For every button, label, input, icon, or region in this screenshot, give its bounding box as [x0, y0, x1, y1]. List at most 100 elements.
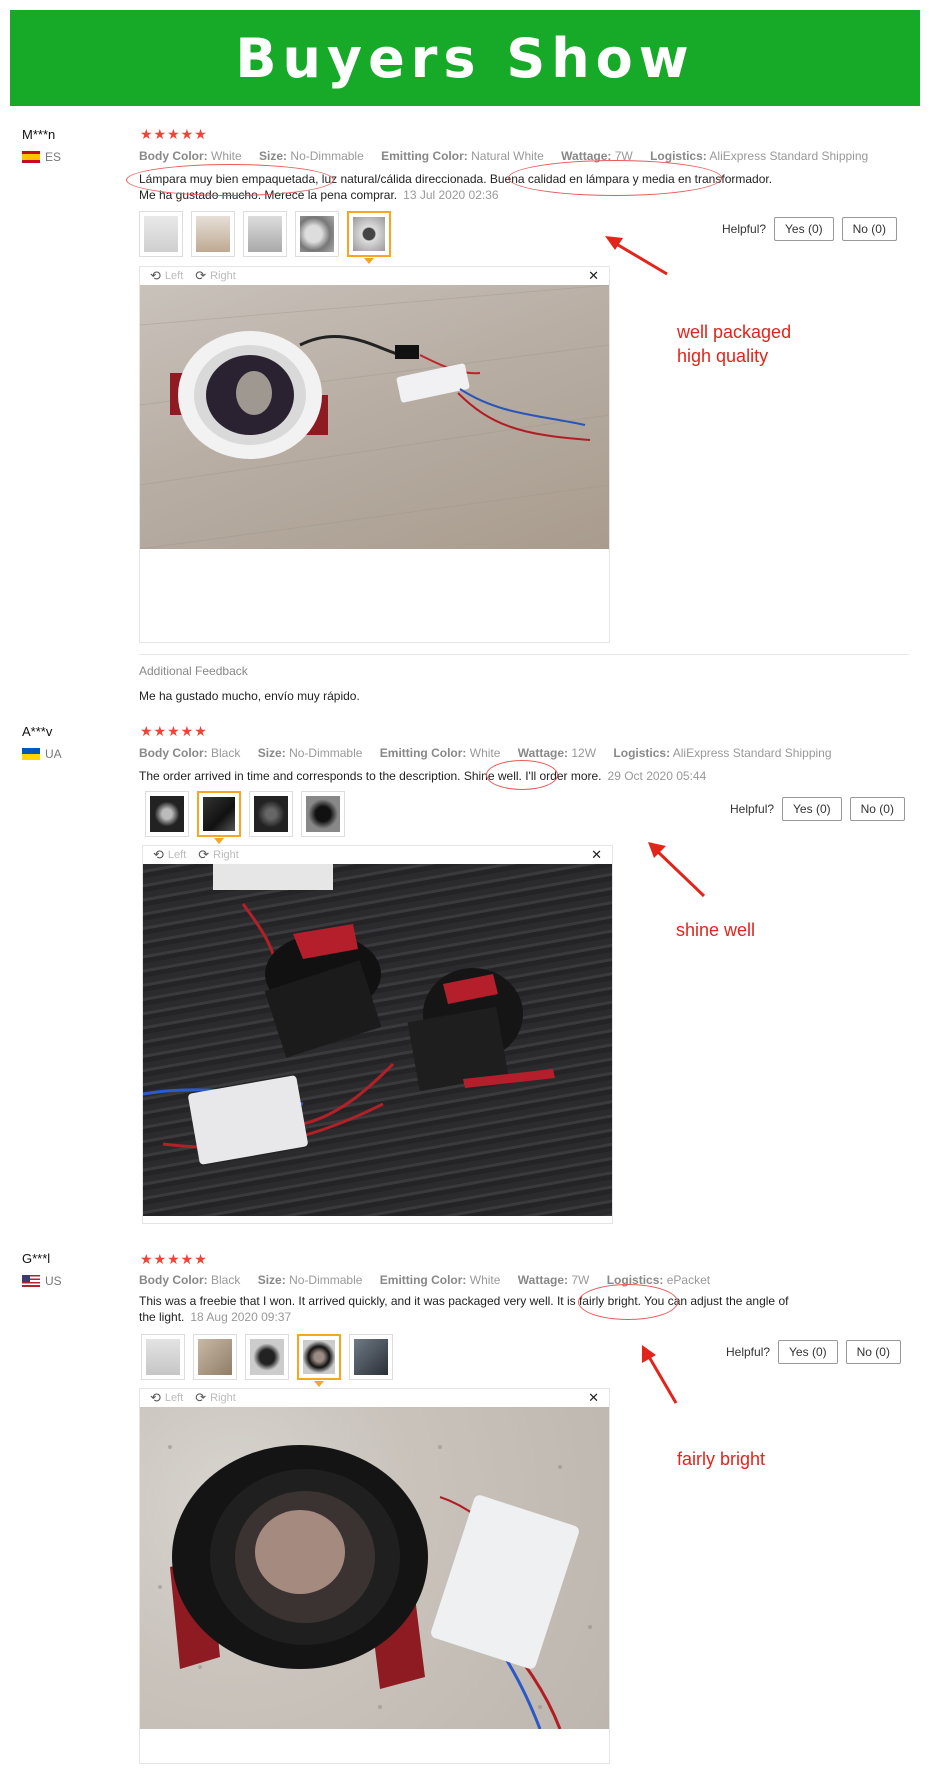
helpful-label: Helpful? [726, 1345, 771, 1359]
photo-thumbnails [139, 211, 391, 264]
photo-thumbnails [141, 1334, 393, 1387]
photo-thumbnail[interactable] [243, 211, 287, 257]
close-icon[interactable]: ✕ [591, 847, 602, 863]
helpful-yes-button[interactable]: Yes (0) [782, 797, 842, 821]
photo-thumbnail[interactable] [301, 791, 345, 837]
helpful-votes: Helpful? Yes (0) No (0) [730, 797, 905, 821]
attr-value: White [469, 1273, 501, 1287]
attr-value: No-Dimmable [289, 746, 363, 760]
photo-viewer: ⟲ Left ⟳ Right ✕ [139, 266, 610, 643]
annotation-note: fairly bright [677, 1449, 766, 1469]
helpful-yes-button[interactable]: Yes (0) [774, 217, 834, 241]
rotate-left-label[interactable]: Left [168, 849, 186, 861]
review-date: 18 Aug 2020 09:37 [190, 1310, 292, 1324]
flag-es-icon [22, 151, 40, 163]
product-photo [140, 285, 609, 549]
photo-thumbnail-active[interactable] [197, 791, 241, 844]
attr-label: Emitting Color: [379, 1273, 467, 1287]
attr-label: Emitting Color: [381, 149, 468, 163]
photo-viewer-toolbar: ⟲ Left ⟳ Right ✕ [143, 846, 612, 864]
highlight-ellipse [578, 1284, 678, 1320]
photo-thumbnail[interactable] [139, 211, 183, 257]
photo-viewer: ⟲ Left ⟳ Right ✕ [139, 1388, 610, 1764]
photo-viewer-toolbar: ⟲ Left ⟳ Right ✕ [140, 1389, 609, 1407]
photo-illustration [140, 285, 609, 549]
attr-value: 7W [571, 1273, 590, 1287]
highlight-ellipse [126, 164, 334, 196]
attr-value: No-Dimmable [289, 1273, 363, 1287]
close-icon[interactable]: ✕ [588, 268, 599, 284]
attr-label: Size: [259, 149, 288, 163]
helpful-yes-button[interactable]: Yes (0) [778, 1340, 838, 1364]
helpful-votes: Helpful? Yes (0) No (0) [726, 1340, 901, 1364]
rotate-left-label[interactable]: Left [165, 270, 183, 282]
additional-feedback-text: Me ha gustado mucho, envío muy rápido. [139, 689, 360, 703]
review-date: 13 Jul 2020 02:36 [403, 188, 499, 202]
photo-thumbnail[interactable] [349, 1334, 393, 1380]
photo-illustration [158, 1445, 592, 1729]
helpful-no-button[interactable]: No (0) [845, 1340, 901, 1364]
reviewer-country: US [22, 1274, 62, 1288]
rotate-right-label[interactable]: Right [213, 849, 239, 861]
photo-viewer: ⟲ Left ⟳ Right ✕ [142, 845, 613, 1224]
product-photo [140, 1407, 609, 1729]
attr-value: ePacket [666, 1273, 711, 1287]
photo-thumbnail[interactable] [249, 791, 293, 837]
review-attributes: Body Color: White Size: No-Dimmable Emit… [139, 149, 882, 163]
highlight-ellipse [508, 160, 722, 196]
helpful-no-button[interactable]: No (0) [849, 797, 905, 821]
reviewer-country: ES [22, 150, 61, 164]
rotate-right-icon[interactable]: ⟳ [198, 847, 209, 863]
photo-thumbnail[interactable] [141, 1334, 185, 1380]
review-date: 29 Oct 2020 05:44 [607, 769, 707, 783]
photo-thumbnails [145, 791, 345, 844]
photo-thumbnail-active[interactable] [297, 1334, 341, 1387]
attr-value: No-Dimmable [290, 149, 364, 163]
attr-value: Black [211, 746, 241, 760]
photo-illustration [143, 864, 555, 1165]
attr-label: Body Color: [139, 746, 208, 760]
photo-thumbnail[interactable] [295, 211, 339, 257]
rotate-right-icon[interactable]: ⟳ [195, 268, 206, 284]
photo-thumbnail-active[interactable] [347, 211, 391, 264]
country-code: US [45, 1274, 62, 1288]
rotate-right-label[interactable]: Right [210, 270, 236, 282]
attr-value: AliExpress Standard Shipping [709, 149, 869, 163]
attr-value: White [469, 746, 501, 760]
helpful-no-button[interactable]: No (0) [841, 217, 897, 241]
star-rating: ★★★★★ [140, 723, 208, 739]
additional-feedback-title: Additional Feedback [139, 664, 248, 678]
attr-value: AliExpress Standard Shipping [672, 746, 832, 760]
attr-value: Black [211, 1273, 241, 1287]
buyers-show-banner: Buyers Show [10, 10, 920, 106]
photo-thumbnail[interactable] [191, 211, 235, 257]
rotate-right-label[interactable]: Right [210, 1392, 236, 1404]
helpful-label: Helpful? [722, 222, 767, 236]
review-attributes: Body Color: Black Size: No-Dimmable Emit… [139, 746, 846, 760]
rotate-left-icon[interactable]: ⟲ [150, 1390, 161, 1406]
attr-value: White [211, 149, 242, 163]
attr-label: Emitting Color: [379, 746, 467, 760]
close-icon[interactable]: ✕ [588, 1390, 599, 1406]
rotate-left-icon[interactable]: ⟲ [150, 268, 161, 284]
helpful-label: Helpful? [730, 802, 775, 816]
rotate-left-icon[interactable]: ⟲ [153, 847, 164, 863]
helpful-votes: Helpful? Yes (0) No (0) [722, 217, 897, 241]
rotate-left-label[interactable]: Left [165, 1392, 183, 1404]
annotation-note: shine well [676, 920, 756, 940]
attr-value: Natural White [471, 149, 544, 163]
rotate-right-icon[interactable]: ⟳ [195, 1390, 206, 1406]
attr-label: Size: [257, 746, 286, 760]
banner-title: Buyers Show [235, 26, 695, 90]
annotation-note: well packaged high quality [677, 322, 792, 366]
arrow-pointer-icon [605, 236, 668, 276]
photo-viewer-toolbar: ⟲ Left ⟳ Right ✕ [140, 267, 609, 285]
photo-thumbnail[interactable] [245, 1334, 289, 1380]
attr-label: Logistics: [613, 746, 671, 760]
reviewer-name: M***n [22, 127, 56, 142]
photo-thumbnail[interactable] [193, 1334, 237, 1380]
reviewer-country: UA [22, 747, 62, 761]
highlight-ellipse [486, 760, 558, 790]
photo-thumbnail[interactable] [145, 791, 189, 837]
attr-label: Wattage: [517, 746, 569, 760]
